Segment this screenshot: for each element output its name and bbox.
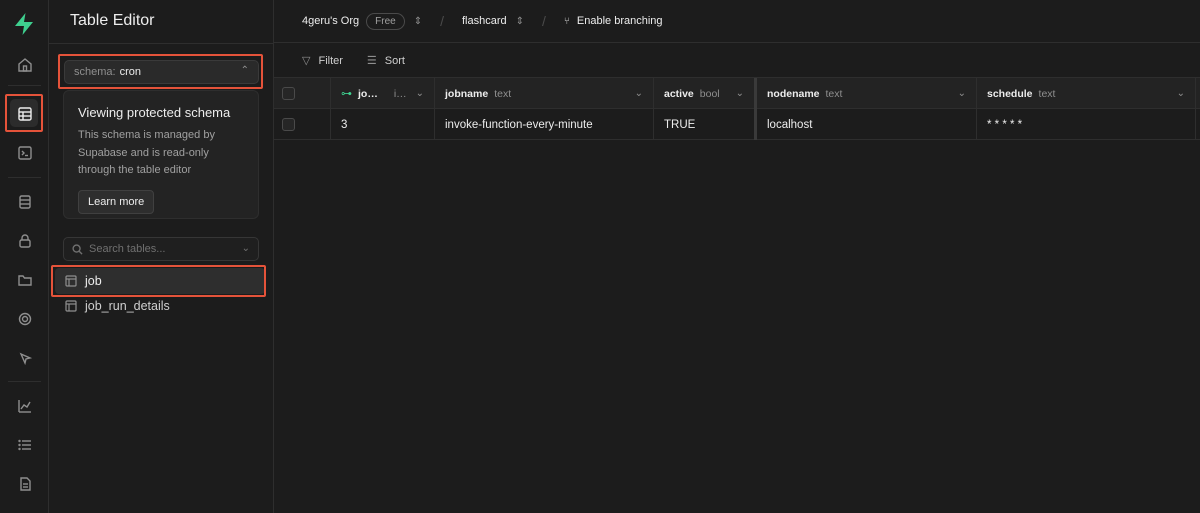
table-icon <box>65 300 77 312</box>
org-name[interactable]: 4geru's Org <box>302 15 359 27</box>
filter-button[interactable]: ▽ Filter <box>302 54 343 68</box>
primary-key-icon: ⊶ <box>341 88 352 100</box>
storage-icon[interactable] <box>12 267 37 292</box>
panel-header-divider <box>49 43 274 44</box>
notice-text: This schema is managed by Supabase and i… <box>78 129 215 176</box>
table-editor-panel: Table Editor schema: cron ⌃ Viewing prot… <box>49 0 274 513</box>
project-name[interactable]: flashcard <box>462 15 507 27</box>
protected-schema-notice: Viewing protected schema This schema is … <box>63 90 259 219</box>
rail-divider <box>8 177 41 178</box>
cell-jobid[interactable]: 3 <box>331 109 435 140</box>
chevron-down-icon[interactable]: ⌄ <box>635 88 643 99</box>
plan-badge: Free <box>366 12 405 30</box>
search-input[interactable] <box>89 243 229 255</box>
chevron-down-icon[interactable]: ⌄ <box>416 88 424 99</box>
logs-list-icon[interactable] <box>12 432 37 457</box>
column-header-jobid[interactable]: ⊶ jo… i… ⌄ <box>331 78 435 109</box>
grid-header-row: ⊶ jo… i… ⌄ jobname text ⌄ active bool ⌄ … <box>274 78 1200 109</box>
table-editor-highlight <box>5 94 43 132</box>
column-type: bool <box>699 87 720 100</box>
icon-rail <box>0 0 49 513</box>
search-icon <box>72 243 83 255</box>
chevron-down-icon[interactable]: ⌄ <box>1177 88 1185 99</box>
column-name: active <box>664 87 694 100</box>
column-type: text <box>825 87 843 100</box>
database-icon[interactable] <box>12 189 37 214</box>
data-grid: ⊶ jo… i… ⌄ jobname text ⌄ active bool ⌄ … <box>274 78 1200 140</box>
chevron-down-icon[interactable]: ⌄ <box>736 88 744 99</box>
column-header-schedule[interactable]: schedule text ⌄ <box>977 78 1196 109</box>
api-docs-icon[interactable] <box>12 471 37 496</box>
table-row[interactable]: 3 invoke-function-every-minute TRUE loca… <box>274 109 1200 140</box>
edge-functions-icon[interactable] <box>12 306 37 331</box>
cell-nodename[interactable]: localhost <box>757 109 977 140</box>
breadcrumb-separator: / <box>440 13 444 29</box>
home-icon[interactable] <box>12 52 37 77</box>
select-all-checkbox[interactable] <box>282 87 295 100</box>
column-name: jobname <box>445 87 489 100</box>
chevron-updown-icon[interactable]: ⇕ <box>516 16 524 27</box>
auth-lock-icon[interactable] <box>12 228 37 253</box>
cell-jobname[interactable]: invoke-function-every-minute <box>435 109 654 140</box>
cell-schedule[interactable]: * * * * * <box>977 109 1196 140</box>
column-name: nodename <box>767 87 820 100</box>
sql-editor-icon[interactable] <box>12 140 37 165</box>
table-list-item[interactable]: job_run_details <box>55 293 265 319</box>
select-all-cell <box>274 78 331 109</box>
sort-label: Sort <box>384 54 405 67</box>
breadcrumb-separator: / <box>542 13 546 29</box>
notice-title: Viewing protected schema <box>78 105 231 120</box>
chevron-updown-icon[interactable]: ⇕ <box>414 16 422 27</box>
column-name: schedule <box>987 87 1033 100</box>
sort-icon: ☰ <box>366 55 377 67</box>
filter-icon: ▽ <box>302 55 311 67</box>
chevron-down-icon[interactable]: ⌄ <box>958 88 966 99</box>
table-name: job_run_details <box>85 299 170 313</box>
column-type: i… <box>393 87 407 100</box>
collapse-chevrons-icon[interactable]: ⌄ <box>242 243 250 254</box>
rail-divider <box>8 381 41 382</box>
git-branch-icon: ⑂ <box>563 15 570 27</box>
reports-chart-icon[interactable] <box>12 393 37 418</box>
learn-more-button[interactable]: Learn more <box>78 189 155 214</box>
panel-title: Table Editor <box>70 12 155 29</box>
column-header-active[interactable]: active bool ⌄ <box>654 78 757 109</box>
column-name: jo… <box>358 87 378 100</box>
cell-active[interactable]: TRUE <box>654 109 757 140</box>
breadcrumb: 4geru's Org Free ⇕ / flashcard ⇕ / ⑂ Ena… <box>274 0 1200 43</box>
column-type: text <box>494 87 512 100</box>
filter-label: Filter <box>318 54 343 67</box>
schema-selector-highlight <box>58 54 263 89</box>
column-type: text <box>1038 87 1056 100</box>
enable-branching-button[interactable]: Enable branching <box>577 15 663 27</box>
row-select-cell <box>274 109 331 140</box>
column-header-jobname[interactable]: jobname text ⌄ <box>435 78 654 109</box>
search-tables[interactable]: ⌄ <box>63 237 259 261</box>
column-header-nodename[interactable]: nodename text ⌄ <box>757 78 977 109</box>
rail-divider <box>8 85 41 86</box>
row-checkbox[interactable] <box>282 118 295 131</box>
grid-toolbar: ▽ Filter ☰ Sort <box>274 44 1200 78</box>
sort-button[interactable]: ☰ Sort <box>366 54 405 68</box>
supabase-logo-icon[interactable] <box>13 12 35 36</box>
realtime-cursor-icon[interactable] <box>12 345 37 370</box>
